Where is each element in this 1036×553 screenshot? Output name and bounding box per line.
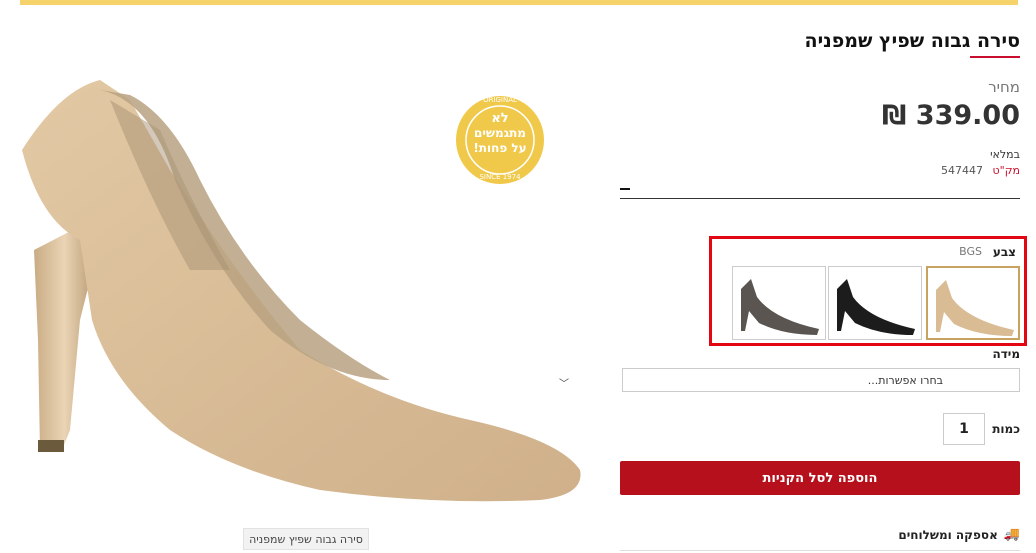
top-accent-bar xyxy=(20,0,1018,5)
shoe-thumb-gray-icon xyxy=(741,279,819,335)
add-to-cart-button[interactable]: הוספה לסל הקניות xyxy=(620,461,1020,495)
seal-ring-top: ORIGINAL xyxy=(483,96,517,104)
bottom-divider xyxy=(620,550,1020,551)
sku-row: מק"ט 547447 xyxy=(941,164,1020,177)
swatch-glitter-gray[interactable] xyxy=(732,266,826,340)
sku-label: מק"ט xyxy=(992,164,1020,177)
sku-value: 547447 xyxy=(941,164,984,177)
qty-label: כמות xyxy=(992,422,1020,436)
size-label: מידה xyxy=(992,347,1020,361)
swatch-champagne[interactable] xyxy=(926,266,1020,340)
truck-icon: 🚚 xyxy=(1003,527,1020,542)
color-selector: צבע BGS xyxy=(709,236,1027,346)
shoe-thumb-black-icon xyxy=(837,279,915,335)
image-caption: סירה גבוה שפיץ שמפניה xyxy=(243,528,369,550)
seal-line-3: על פחות! xyxy=(473,141,527,155)
shoe-thumb-champagne-icon xyxy=(936,280,1014,336)
chevron-down-icon: ﹀ xyxy=(559,379,569,390)
shipping-info[interactable]: 🚚 אספקה ומשלוחים xyxy=(898,527,1020,542)
seal-line-1: לא xyxy=(491,111,509,126)
product-media: לא מתגמשים על פחות! ORIGINAL SINCE 1974 … xyxy=(0,20,620,550)
color-label: צבע xyxy=(992,245,1016,259)
product-title: סירה גבוה שפיץ שמפניה xyxy=(804,30,1020,52)
seal-ring-bottom: SINCE 1974 xyxy=(479,173,521,181)
shipping-label: אספקה ומשלוחים xyxy=(898,527,998,542)
price-label: מחיר xyxy=(988,78,1020,96)
original-seal: לא מתגמשים על פחות! ORIGINAL SINCE 1974 xyxy=(455,95,545,185)
stock-status: במלאי xyxy=(990,148,1020,161)
section-divider xyxy=(620,198,1020,199)
size-select-value: בחרו אפשרות... xyxy=(867,373,943,387)
title-underline xyxy=(970,56,1020,58)
sku-dash xyxy=(620,188,630,190)
seal-line-2: מתגמשים xyxy=(474,126,526,140)
price-value: 339.00 ₪ xyxy=(881,100,1020,131)
quantity-input[interactable]: 1 xyxy=(943,413,985,445)
size-select[interactable]: בחרו אפשרות... ﹀ xyxy=(559,368,1020,392)
color-value: BGS xyxy=(959,245,982,258)
swatch-black[interactable] xyxy=(828,266,922,340)
product-details: סירה גבוה שפיץ שמפניה מחיר 339.00 ₪ במלא… xyxy=(559,20,1027,553)
